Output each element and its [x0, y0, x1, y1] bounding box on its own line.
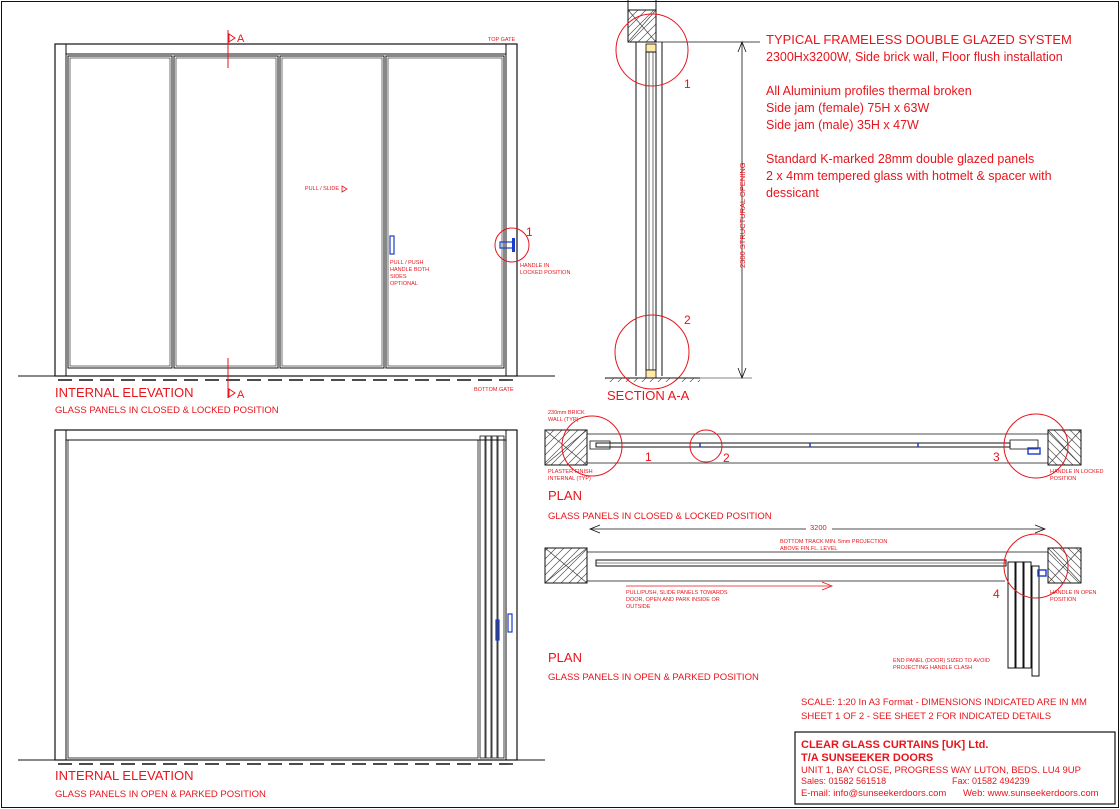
pull-push-label: PULL / PUSH	[390, 260, 423, 266]
structural-dimension: 2300 STRUCTURAL OPENING	[738, 162, 747, 268]
svg-text:DOOR, OPEN AND PARK INSIDE OR: DOOR, OPEN AND PARK INSIDE OR	[626, 597, 720, 603]
pull-handle	[389, 235, 395, 255]
detail-number: 2	[684, 313, 691, 327]
section-arrow-icon	[228, 388, 236, 398]
parked-panel	[491, 435, 498, 759]
view-title: INTERNAL ELEVATION	[55, 385, 193, 400]
handle-label: HANDLE IN LOCKED	[1050, 469, 1104, 475]
svg-text:OPTIONAL: OPTIONAL	[390, 281, 418, 287]
view-subtitle: GLASS PANELS IN CLOSED & LOCKED POSITION	[548, 511, 772, 522]
spec-line: Side jam (female) 75H x 63W	[766, 101, 929, 115]
elevation-frame	[54, 43, 518, 377]
detail-number: 3	[993, 450, 1000, 464]
bottom-profile	[645, 369, 657, 379]
glass-section	[645, 51, 657, 371]
svg-text:ABOVE FIN.FL. LEVEL: ABOVE FIN.FL. LEVEL	[780, 546, 837, 552]
handle-label: HANDLE IN	[520, 263, 549, 269]
spec-line: dessicant	[766, 186, 819, 200]
spec-line: Side jam (male) 35H x 47W	[766, 118, 919, 132]
opening	[67, 439, 479, 759]
parked-panel	[479, 435, 486, 759]
elevation-closed: A A TOP GATE BOTTOM GATE PULL / SLIDE PU…	[18, 30, 570, 416]
pull-handle	[495, 619, 500, 641]
glass-panel	[67, 55, 173, 369]
top-gate-label: TOP GATE	[488, 37, 516, 43]
detail-circle	[689, 429, 723, 463]
view-subtitle: GLASS PANELS IN OPEN & PARKED POSITION	[548, 672, 759, 683]
section-arrow-icon	[228, 33, 236, 43]
section-a-a: 1 2 2300 STRUCTURAL OPENING SECTION A-A	[605, 0, 760, 403]
spec-line: 2 x 4mm tempered glass with hotmelt & sp…	[766, 169, 1052, 183]
svg-text:INTERNAL (TYP): INTERNAL (TYP)	[548, 476, 591, 482]
spec-title: TYPICAL FRAMELESS DOUBLE GLAZED SYSTEM	[766, 32, 1072, 47]
top-profile	[645, 43, 657, 53]
svg-text:POSITION: POSITION	[1050, 597, 1076, 603]
detail-number: 1	[526, 225, 533, 239]
section-marker-top: A	[237, 33, 245, 45]
trading-name: T/A SUNSEEKER DOORS	[801, 752, 933, 764]
plan-closed: 1 2 3 230mm BRICK WALL (TYP) PLASTER FIN…	[544, 410, 1104, 522]
svg-text:SIDES: SIDES	[390, 274, 407, 280]
track-label: BOTTOM TRACK MIN. 5mm PROJECTION	[780, 539, 887, 545]
pull-slide-label: PULL / SLIDE	[305, 186, 339, 192]
svg-text:PROJECTING HANDLE CLASH: PROJECTING HANDLE CLASH	[893, 665, 972, 671]
glass-panels-plan	[595, 442, 1011, 448]
svg-text:OUTSIDE: OUTSIDE	[626, 604, 651, 610]
fax-number: Fax: 01582 494239	[952, 776, 1030, 786]
side-jamb	[589, 440, 611, 450]
direction-arrow-icon	[341, 185, 348, 193]
plan-open: 3200 4 BOTTOM TRACK MIN. 5mm PROJECTION …	[544, 522, 1096, 683]
bottom-gate-label: BOTTOM GATE	[474, 387, 514, 393]
pull-push-label: PULL/PUSH, SLIDE PANELS TOWARDS	[626, 590, 728, 596]
view-subtitle: GLASS PANELS IN OPEN & PARKED POSITION	[55, 789, 266, 800]
top-track	[65, 429, 507, 441]
svg-text:LOCKED POSITION: LOCKED POSITION	[520, 270, 570, 276]
view-title: SECTION A-A	[607, 388, 690, 403]
handle-label: HANDLE IN OPEN	[1050, 590, 1096, 596]
detail-number: 4	[993, 587, 1000, 601]
company-name: CLEAR GLASS CURTAINS [UK] Ltd.	[801, 739, 988, 751]
parked-panel	[1015, 561, 1024, 669]
view-subtitle: GLASS PANELS IN CLOSED & LOCKED POSITION	[55, 405, 279, 416]
spec-line: All Aluminium profiles thermal broken	[766, 84, 972, 98]
parked-panel	[1031, 565, 1040, 677]
width-dimension: 3200	[810, 523, 827, 532]
parked-panel	[1023, 561, 1032, 669]
parked-panel	[1007, 561, 1016, 669]
detail-number: 1	[645, 450, 652, 464]
brick-label: 230mm BRICK	[548, 410, 585, 416]
glass-panel-door	[385, 55, 505, 369]
glass-panel	[279, 55, 385, 369]
detail-number: 2	[723, 451, 730, 465]
drawing-sheet: A A TOP GATE BOTTOM GATE PULL / SLIDE PU…	[1, 0, 1119, 808]
elevation-frame	[54, 429, 518, 761]
email-link[interactable]: E-mail: info@sunseekerdoors.com	[801, 788, 946, 799]
sales-phone: Sales: 01582 561518	[801, 776, 886, 786]
plaster-label: PLASTER FINISH	[548, 469, 593, 475]
top-track	[65, 43, 507, 55]
website-link[interactable]: Web: www.sunseekerdoors.com	[963, 788, 1099, 799]
scale-note: SCALE: 1:20 In A3 Format - DIMENSIONS IN…	[801, 697, 1087, 708]
spec-subtitle: 2300Hx3200W, Side brick wall, Floor flus…	[766, 50, 1063, 64]
company-address: UNIT 1, BAY CLOSE, PROGRESS WAY LUTON, B…	[801, 765, 1081, 776]
svg-text:POSITION: POSITION	[1050, 476, 1076, 482]
glass-panel	[173, 55, 279, 369]
spec-notes: TYPICAL FRAMELESS DOUBLE GLAZED SYSTEM 2…	[766, 32, 1072, 200]
svg-text:WALL (TYP): WALL (TYP)	[548, 417, 579, 423]
spec-line: Standard K-marked 28mm double glazed pan…	[766, 152, 1034, 166]
svg-text:HANDLE BOTH: HANDLE BOTH	[390, 267, 429, 273]
view-title: PLAN	[548, 488, 582, 503]
pull-handle	[507, 613, 513, 633]
end-panel-label: END PANEL (DOOR) SIZED TO AVOID	[893, 658, 990, 664]
view-title: INTERNAL ELEVATION	[55, 768, 193, 783]
view-title: PLAN	[548, 650, 582, 665]
elevation-open: INTERNAL ELEVATION GLASS PANELS IN OPEN …	[18, 429, 545, 800]
title-block: CLEAR GLASS CURTAINS [UK] Ltd. T/A SUNSE…	[794, 731, 1116, 805]
section-marker-bottom: A	[237, 389, 245, 401]
parked-panel	[485, 435, 492, 759]
parked-panel	[497, 435, 505, 759]
detail-number: 1	[684, 77, 691, 91]
sheet-note: SHEET 1 OF 2 - SEE SHEET 2 FOR INDICATED…	[801, 711, 1051, 722]
